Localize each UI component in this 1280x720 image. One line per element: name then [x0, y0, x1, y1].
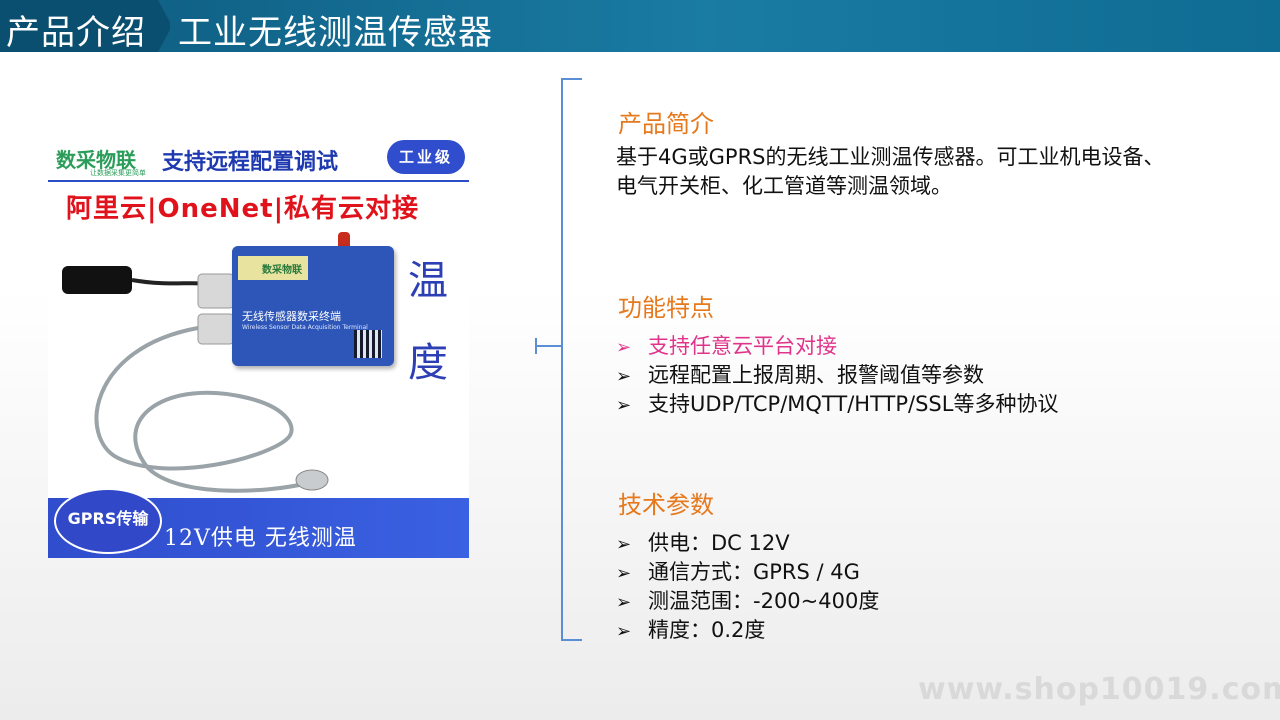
power-text: 12V供电 无线测温 — [164, 526, 357, 551]
spec-item: ➢ 精度：0.2度 — [616, 618, 766, 642]
bullet-arrow-icon: ➢ — [616, 337, 632, 358]
header-tab-label: 产品介绍 — [6, 13, 146, 53]
spec-item: ➢ 通信方式：GPRS / 4G — [616, 560, 860, 584]
page-title: 工业无线测温传感器 — [178, 13, 493, 53]
bullet-arrow-icon: ➢ — [616, 534, 632, 555]
feature-item: ➢ 支持任意云平台对接 — [616, 334, 837, 358]
product-image: 数采物联 让数据采集更简单 支持远程配置调试 工业级 阿里云|OneNet|私有… — [48, 138, 469, 558]
device-box: 数采物联 无线传感器数采终端 Wireless Sensor Data Acqu… — [232, 246, 394, 366]
intro-text: 基于4G或GPRS的无线工业测温传感器。可工业机电设备、 电气开关柜、化工管道等… — [616, 145, 1165, 198]
bullet-arrow-icon: ➢ — [616, 592, 632, 613]
ring-terminal-icon — [295, 469, 329, 491]
feature-item: ➢ 远程配置上报周期、报警阈值等参数 — [616, 363, 984, 387]
device-label: 数采物联 — [238, 256, 308, 280]
header-bar: 产品介绍 工业无线测温传感器 — [0, 0, 1280, 53]
spec-item: ➢ 测温范围：-200~400度 — [616, 589, 880, 613]
dc-plug-icon — [62, 266, 132, 294]
temp-char-1: 温 — [408, 258, 448, 304]
features-title: 功能特点 — [618, 294, 714, 322]
watermark: www.shop10019.com — [918, 672, 1280, 707]
device-name-en: Wireless Sensor Data Acquisition Termina… — [242, 324, 368, 331]
bullet-arrow-icon: ➢ — [616, 563, 632, 584]
bullet-arrow-icon: ➢ — [616, 366, 632, 387]
spec-item: ➢ 供电：DC 12V — [616, 531, 790, 555]
feature-item: ➢ 支持UDP/TCP/MQTT/HTTP/SSL等多种协议 — [616, 392, 1059, 416]
bracket-tick — [535, 338, 562, 354]
intro-title: 产品简介 — [618, 110, 714, 138]
bullet-arrow-icon: ➢ — [616, 621, 632, 642]
qr-code-icon — [354, 330, 382, 358]
gland-icon — [197, 313, 235, 345]
temp-char-2: 度 — [408, 340, 448, 386]
bracket-divider — [560, 78, 582, 641]
gland-icon — [197, 273, 235, 309]
specs-title: 技术参数 — [618, 491, 714, 519]
bullet-arrow-icon: ➢ — [616, 395, 632, 416]
gprs-badge: GPRS传输 — [54, 488, 162, 554]
device-name-cn: 无线传感器数采终端 — [242, 310, 341, 323]
